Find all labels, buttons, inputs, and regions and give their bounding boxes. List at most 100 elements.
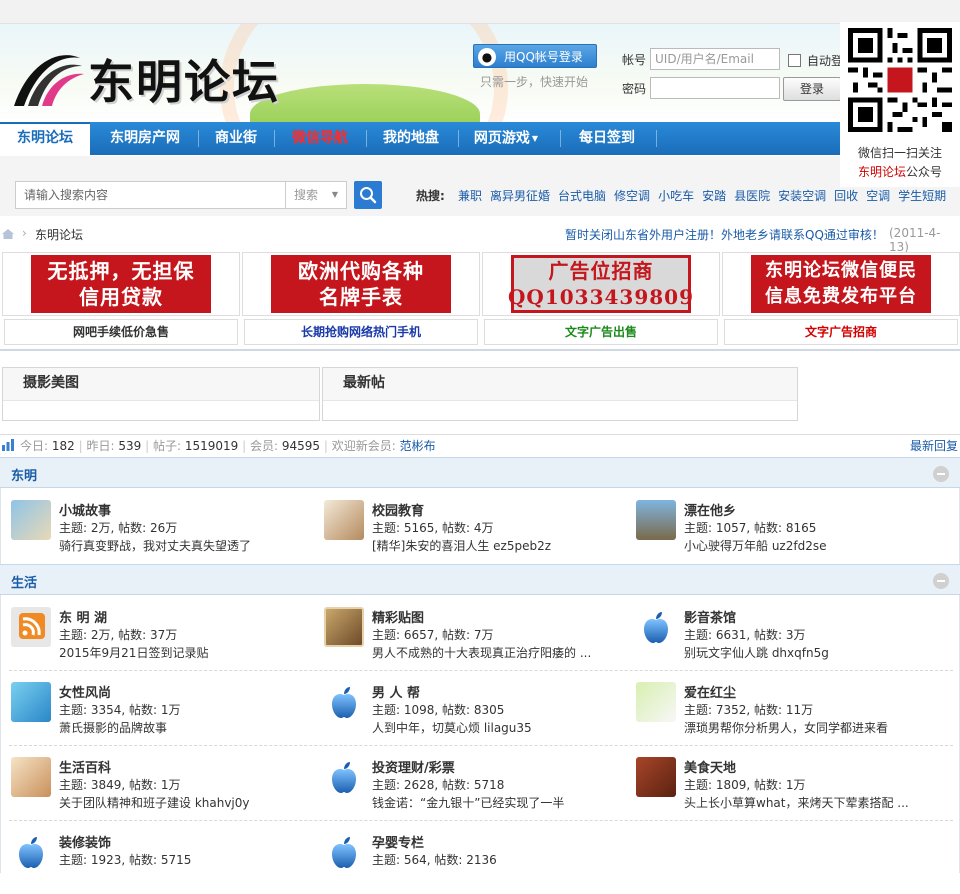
forum-last-post[interactable]: 萧氏摄影的品牌故事 [59, 719, 309, 736]
hot-search-term[interactable]: 安踏 [702, 189, 726, 203]
forum-last-post[interactable]: 骑行真变野战，我对丈夫真失望透了 [59, 537, 309, 554]
password-input[interactable] [650, 77, 780, 99]
qq-login-button[interactable]: ● 用QQ帐号登录 [473, 44, 597, 68]
forum-last-post[interactable]: [精华]朱安的喜泪人生 ez5peb2z [372, 537, 622, 554]
couple-photo-icon[interactable] [324, 607, 364, 647]
apple-icon[interactable] [11, 832, 51, 872]
apple-icon[interactable] [324, 682, 364, 722]
login-button[interactable]: 登录 [783, 77, 841, 101]
hot-search-term[interactable]: 离异男征婚 [490, 189, 550, 203]
forum-entry[interactable]: 影音茶馆 主题: 6631, 帖数: 3万 别玩文字仙人跳 dhxqfn5g [636, 607, 946, 669]
forum-name[interactable]: 影音茶馆 [684, 607, 736, 626]
forum-last-post[interactable]: 关于团队精神和班子建设 khahvj0y [59, 794, 309, 811]
girl-icon[interactable] [11, 757, 51, 797]
food-icon[interactable] [636, 757, 676, 797]
hot-search-term[interactable]: 县医院 [734, 189, 770, 203]
ad-text-link[interactable]: 文字广告招商 [724, 319, 958, 345]
apple-icon[interactable] [636, 607, 676, 647]
forum-name[interactable]: 装修装饰 [59, 832, 111, 851]
ad-text-link[interactable]: 长期抢购网络热门手机 [244, 319, 478, 345]
forum-entry[interactable]: 投资理财/彩票 主题: 2628, 帖数: 5718 钱金诺：“金九银十”已经实… [324, 757, 634, 819]
site-notice[interactable]: 暂时关闭山东省外用户注册！外地老乡请联系QQ通过审核！ [565, 226, 884, 243]
ad-banner-cell[interactable]: 东明论坛微信便民 信息免费发布平台 [722, 252, 960, 316]
ad-banner-cell[interactable]: 无抵押，无担保 信用贷款 [2, 252, 240, 316]
forum-entry[interactable]: 生活百科 主题: 3849, 帖数: 1万 关于团队精神和班子建设 khahvj… [11, 757, 321, 819]
forum-last-post[interactable]: 头上长小草算what，来烤天下荤素搭配 ... [684, 794, 934, 811]
ad-banner-cell[interactable]: 欧洲代购各种 名牌手表 [242, 252, 480, 316]
flower-icon[interactable] [636, 682, 676, 722]
apple-icon[interactable] [324, 832, 364, 872]
logo-swirl-icon[interactable] [8, 44, 86, 114]
hot-search-term[interactable]: 学生短期 [898, 189, 946, 203]
forum-name[interactable]: 东 明 湖 [59, 607, 107, 626]
woman-icon[interactable] [11, 682, 51, 722]
forum-name[interactable]: 校园教育 [372, 500, 424, 519]
search-input[interactable]: 请输入搜索内容 [15, 181, 286, 209]
forum-entry[interactable]: 孕婴专栏 主题: 564, 帖数: 2136 [324, 832, 634, 894]
forum-name[interactable]: 精彩贴图 [372, 607, 424, 626]
collapse-icon[interactable] [933, 573, 949, 589]
account-input[interactable]: UID/用户名/Email [650, 48, 780, 70]
nav-item-daily-checkin[interactable]: 每日签到 [562, 122, 652, 155]
forum-entry[interactable]: 小城故事 主题: 2万, 帖数: 26万 骑行真变野战，我对丈夫真失望透了 [11, 500, 321, 562]
photo-panel-title[interactable]: 摄影美图 [3, 368, 319, 401]
ad-text-link[interactable]: 网吧手续低价急售 [4, 319, 238, 345]
forum-entry[interactable]: 爱在红尘 主题: 7352, 帖数: 11万 漂琐男帮你分析男人，女同学都进来看 [636, 682, 946, 744]
forum-entry[interactable]: 漂在他乡 主题: 1057, 帖数: 8165 小心驶得万年船 uz2fd2se [636, 500, 946, 562]
logo-text[interactable]: 东明论坛 [88, 46, 280, 112]
ad-banner-loan[interactable]: 无抵押，无担保 信用贷款 [31, 255, 211, 313]
ad-banner-ad-space[interactable]: 广告位招商 QQ1033439809 [508, 255, 693, 313]
forum-last-post[interactable]: 人到中年，切莫心烦 lilagu35 [372, 719, 622, 736]
forum-last-post[interactable]: 男人不成熟的十大表现真正治疗阳痿的 ... [372, 644, 622, 661]
forum-last-post[interactable]: 别玩文字仙人跳 dhxqfn5g [684, 644, 934, 661]
latest-reply-link[interactable]: 最新回复 [910, 437, 958, 454]
forum-entry[interactable]: 装修装饰 主题: 1923, 帖数: 5715 [11, 832, 321, 894]
hot-search-term[interactable]: 修空调 [614, 189, 650, 203]
forum-last-post[interactable]: 漂琐男帮你分析男人，女同学都进来看 [684, 719, 934, 736]
category-title[interactable]: 东明 [11, 465, 37, 484]
forum-last-post[interactable]: 钱金诺：“金九银十”已经实现了一半 [372, 794, 622, 811]
traveler-icon[interactable] [636, 500, 676, 540]
forum-name[interactable]: 爱在红尘 [684, 682, 736, 701]
ad-banner-wechat-platform[interactable]: 东明论坛微信便民 信息免费发布平台 [751, 255, 931, 313]
search-type-select[interactable]: 搜索 ▼ [285, 181, 347, 209]
search-button[interactable] [354, 181, 382, 209]
hot-search-term[interactable]: 小吃车 [658, 189, 694, 203]
forum-entry[interactable]: 精彩贴图 主题: 6657, 帖数: 7万 男人不成熟的十大表现真正治疗阳痿的 … [324, 607, 634, 669]
forum-name[interactable]: 漂在他乡 [684, 500, 736, 519]
photo-icon[interactable] [11, 500, 51, 540]
forum-entry[interactable]: 校园教育 主题: 5165, 帖数: 4万 [精华]朱安的喜泪人生 ez5peb… [324, 500, 634, 562]
collapse-icon[interactable] [933, 466, 949, 482]
hot-search-term[interactable]: 回收 [834, 189, 858, 203]
forum-name[interactable]: 投资理财/彩票 [372, 757, 455, 776]
forum-entry[interactable]: 女性风尚 主题: 3354, 帖数: 1万 萧氏摄影的品牌故事 [11, 682, 321, 744]
hot-search-term[interactable]: 台式电脑 [558, 189, 606, 203]
nav-item-real-estate[interactable]: 东明房产网 [95, 122, 195, 155]
home-icon[interactable] [1, 228, 15, 240]
forum-entry[interactable]: 美食天地 主题: 1809, 帖数: 1万 头上长小草算what，来烤天下荤素搭… [636, 757, 946, 819]
hot-search-term[interactable]: 安装空调 [778, 189, 826, 203]
writing-icon[interactable] [324, 500, 364, 540]
nav-item-forum-home[interactable]: 东明论坛 [0, 122, 90, 156]
apple-icon[interactable] [324, 757, 364, 797]
forum-entry[interactable]: 东 明 湖 主题: 2万, 帖数: 37万 2015年9月21日签到记录贴 [11, 607, 321, 669]
forum-name[interactable]: 美食天地 [684, 757, 736, 776]
hot-search-term[interactable]: 兼职 [458, 189, 482, 203]
forum-name[interactable]: 女性风尚 [59, 682, 111, 701]
breadcrumb-current[interactable]: 东明论坛 [35, 226, 83, 243]
new-member-link[interactable]: 范彬布 [400, 439, 436, 453]
hot-search-term[interactable]: 空调 [866, 189, 890, 203]
ad-text-link[interactable]: 文字广告出售 [484, 319, 718, 345]
forum-last-post[interactable]: 小心驶得万年船 uz2fd2se [684, 537, 934, 554]
forum-name[interactable]: 孕婴专栏 [372, 832, 424, 851]
ad-banner-cell[interactable]: 广告位招商 QQ1033439809 [482, 252, 720, 316]
forum-entry[interactable]: 男 人 帮 主题: 1098, 帖数: 8305 人到中年，切莫心烦 lilag… [324, 682, 634, 744]
category-title[interactable]: 生活 [11, 572, 37, 591]
ad-banner-watches[interactable]: 欧洲代购各种 名牌手表 [271, 255, 451, 313]
forum-name[interactable]: 男 人 帮 [372, 682, 420, 701]
rss-icon[interactable] [11, 607, 51, 647]
latest-posts-title[interactable]: 最新帖 [323, 368, 797, 401]
nav-item-my-space[interactable]: 我的地盘 [368, 122, 454, 155]
forum-name[interactable]: 小城故事 [59, 500, 111, 519]
nav-item-commerce[interactable]: 商业街 [200, 122, 272, 155]
